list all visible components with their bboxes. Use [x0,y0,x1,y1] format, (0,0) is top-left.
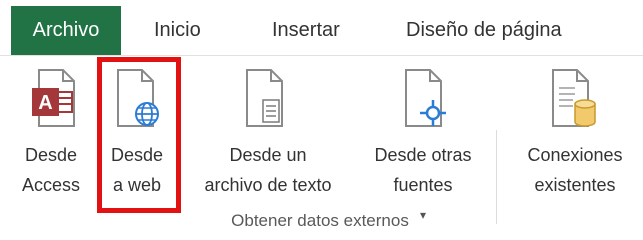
desde-archivo-de-texto-button[interactable]: Desde un archivo de texto [183,56,353,195]
desde-access-button[interactable]: A Desde Access [10,56,92,195]
existing-connections-icon [552,69,596,127]
tab-inicio[interactable]: Inicio [154,6,201,55]
ribbon-tab-bar: Archivo Inicio Insertar Diseño de página [0,0,643,62]
conexiones-existentes-label: Conexiones existentes [527,145,623,195]
group-separator [496,130,497,224]
group-label-obtener-datos-externos: Obtener datos externos [231,211,409,230]
text-file-icon [246,69,283,127]
other-sources-icon [405,69,446,127]
desde-archivo-de-texto-label: Desde un archivo de texto [204,145,332,195]
desde-access-label: Desde Access [21,145,81,195]
tab-diseno-de-pagina[interactable]: Diseño de página [406,6,562,55]
highlight-box [97,57,181,213]
conexiones-existentes-button[interactable]: Conexiones existentes [507,56,643,195]
tab-insertar[interactable]: Insertar [272,6,340,55]
desde-otras-fuentes-button[interactable]: Desde otras fuentes ▾ [358,56,488,222]
tab-archivo[interactable]: Archivo [11,6,121,55]
svg-text:A: A [38,92,52,114]
access-database-icon: A [32,69,75,127]
